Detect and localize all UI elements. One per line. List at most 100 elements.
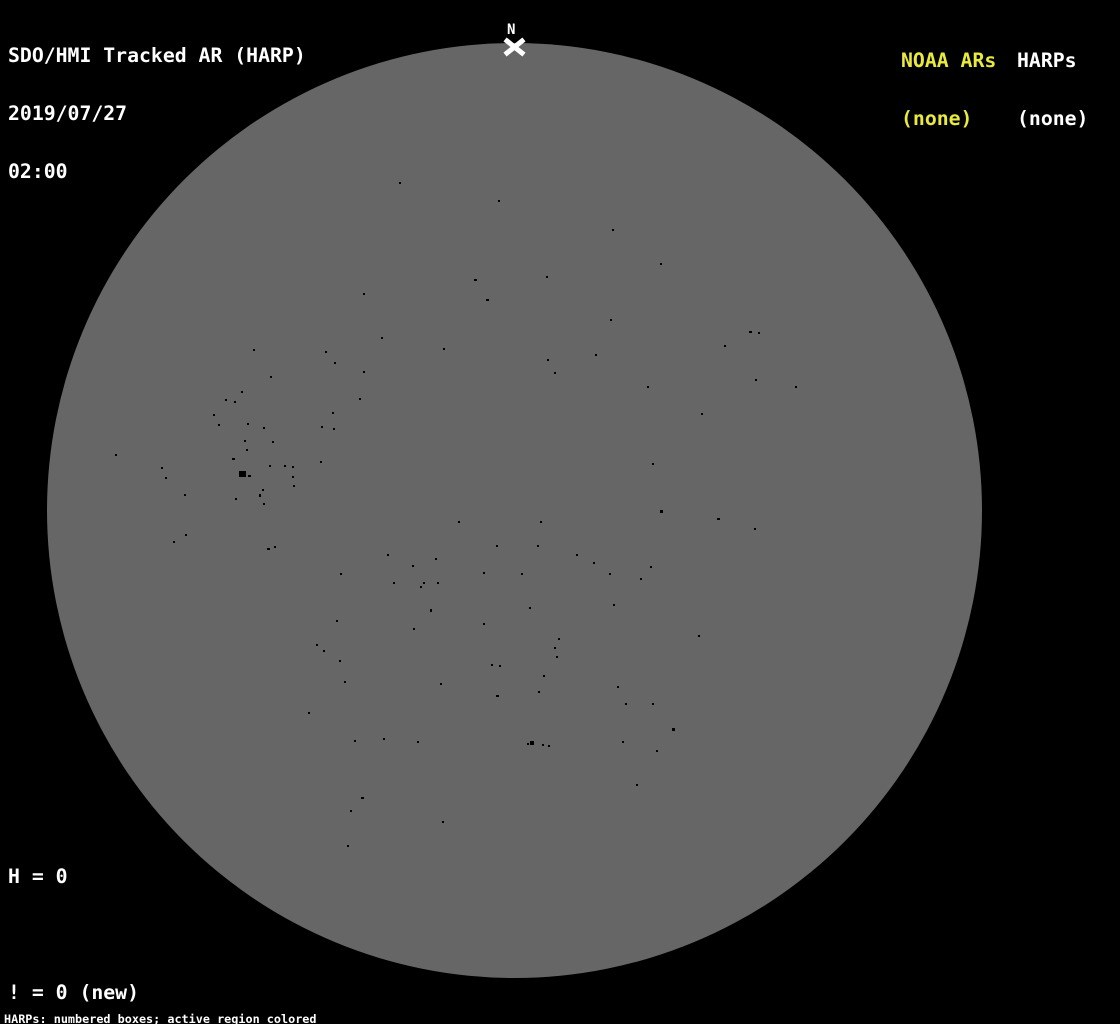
- sunspot: [387, 554, 389, 556]
- sunspot: [554, 647, 556, 649]
- page-title: SDO/HMI Tracked AR (HARP): [8, 43, 306, 67]
- sunspot: [413, 628, 415, 630]
- sunspot: [652, 703, 654, 705]
- sunspot: [234, 401, 236, 403]
- noaa-ars-value: (none): [901, 107, 973, 131]
- sunspot: [749, 331, 752, 333]
- sunspot: [417, 741, 419, 743]
- sunspot: [647, 386, 649, 388]
- sunspot: [284, 465, 286, 467]
- sunspot: [650, 566, 652, 568]
- sunspot: [259, 494, 261, 497]
- sunspot: [530, 741, 534, 745]
- footer-harps-note: HARPs: numbered boxes; active region col…: [4, 1012, 317, 1024]
- harp-count: H = 0: [8, 864, 68, 888]
- sunspot: [458, 521, 460, 523]
- sunspot: [593, 562, 595, 564]
- sunspot: [267, 548, 270, 550]
- sunspot: [270, 376, 272, 378]
- sunspot: [652, 463, 654, 465]
- sunspot: [622, 741, 624, 743]
- sunspot: [263, 503, 265, 505]
- sunspot: [232, 458, 235, 460]
- sunspot: [339, 660, 341, 662]
- sunspot: [554, 372, 556, 374]
- sunspot: [173, 541, 175, 543]
- sunspot: [246, 449, 248, 451]
- sunspot: [660, 263, 662, 265]
- sunspot: [529, 607, 531, 609]
- sunspot: [235, 498, 237, 500]
- sunspot: [359, 398, 361, 400]
- sunspot: [521, 573, 523, 575]
- sunspot: [412, 565, 414, 567]
- sunspot: [558, 638, 560, 640]
- sunspot: [548, 745, 550, 747]
- sunspot: [556, 656, 558, 658]
- sunspot: [537, 545, 539, 547]
- sunspot: [274, 546, 276, 548]
- sunspot: [613, 604, 615, 606]
- sunspot: [717, 518, 720, 520]
- sunspot: [381, 337, 383, 339]
- sunspot: [225, 399, 227, 401]
- sunspot: [443, 348, 445, 350]
- sunspot: [609, 573, 611, 575]
- sunspot: [660, 510, 663, 513]
- sunspot: [698, 635, 700, 637]
- sunspot: [293, 485, 295, 487]
- sunspot: [350, 810, 352, 812]
- sunspot: [262, 489, 264, 491]
- sunspot: [724, 345, 726, 347]
- harps-value: (none): [1017, 107, 1089, 131]
- noaa-ars-status: NOAA ARs (none): [901, 12, 996, 167]
- sunspot: [486, 299, 489, 301]
- sunspot: [499, 665, 501, 667]
- sunspot: [363, 371, 365, 373]
- sunspot: [218, 424, 220, 426]
- sunspot: [612, 229, 614, 231]
- sunspot: [498, 200, 500, 202]
- sunspot: [795, 386, 797, 388]
- header-time: 02:00: [8, 160, 68, 184]
- sunspot: [161, 467, 163, 469]
- sunspot: [269, 465, 271, 467]
- sunspot: [361, 797, 364, 799]
- sunspot: [546, 276, 548, 278]
- sunspot: [437, 582, 439, 584]
- north-cross-icon: [503, 37, 526, 57]
- sunspot: [430, 609, 432, 612]
- sunspot: [610, 319, 612, 321]
- sunspot: [576, 554, 578, 556]
- sunspot: [399, 182, 401, 184]
- header-date: 2019/07/27: [8, 102, 128, 126]
- sunspot: [393, 582, 395, 584]
- north-pole-label: N: [507, 22, 516, 38]
- sunspot: [483, 623, 485, 625]
- sunspot: [640, 578, 642, 580]
- sunspot: [115, 454, 117, 456]
- harps-status: HARPs (none): [1017, 12, 1088, 167]
- sunspot: [656, 750, 658, 752]
- sunspot: [354, 740, 356, 742]
- sunspot: [595, 354, 597, 356]
- header: SDO/HMI Tracked AR (HARP) 2019/07/27 02:…: [8, 7, 306, 220]
- sunspot: [636, 784, 638, 786]
- sunspot: [321, 426, 323, 428]
- sunspot: [625, 703, 627, 705]
- sunspot: [244, 440, 246, 442]
- sunspot: [672, 728, 675, 731]
- sunspot: [340, 573, 342, 575]
- sunspot: [496, 545, 498, 547]
- sunspot: [165, 477, 167, 479]
- sunspot: [542, 744, 544, 746]
- sunspot: [363, 293, 365, 295]
- sunspot: [272, 441, 274, 443]
- sunspot: [332, 412, 334, 414]
- sunspot: [336, 620, 338, 622]
- sunspot: [347, 845, 349, 847]
- sunspot: [292, 476, 294, 478]
- sunspot: [540, 521, 542, 523]
- sunspot: [440, 683, 442, 685]
